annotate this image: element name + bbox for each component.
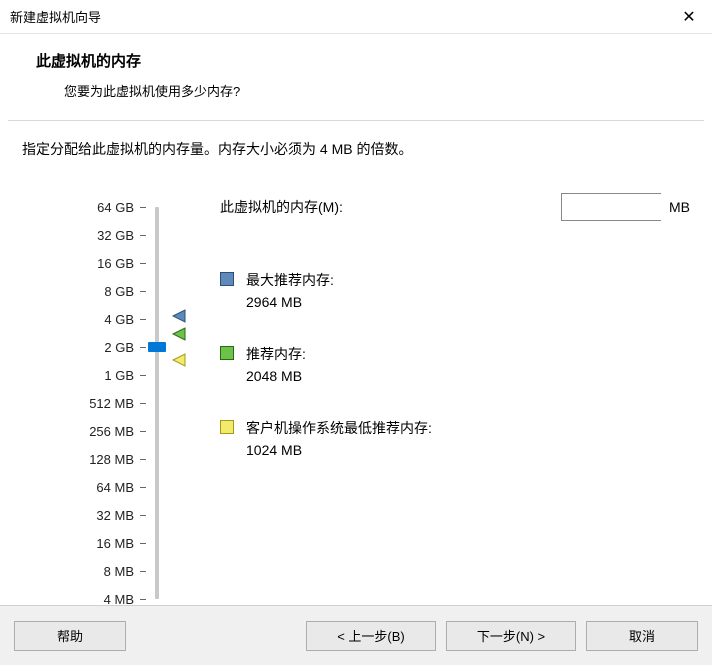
help-button[interactable]: 帮助 — [14, 621, 126, 651]
window-title: 新建虚拟机向导 — [10, 7, 101, 26]
min-recommended-label: 客户机操作系统最低推荐内存 — [246, 417, 432, 439]
tick-label: 1 GB — [74, 368, 134, 383]
max-recommended-block: 最大推荐内存 2964 MB — [220, 269, 690, 313]
tick-label: 16 MB — [74, 536, 134, 551]
max-marker-icon — [172, 309, 186, 323]
tick-mark — [140, 515, 146, 516]
slider-track — [155, 207, 159, 599]
recommended-block: 推荐内存 2048 MB — [220, 343, 690, 387]
tick-mark — [140, 487, 146, 488]
tick-label: 512 MB — [74, 396, 134, 411]
tick-mark — [140, 207, 146, 208]
tick-mark — [140, 431, 146, 432]
titlebar: 新建虚拟机向导 ✕ — [0, 0, 712, 34]
close-icon: ✕ — [682, 7, 695, 27]
square-green-icon — [220, 346, 234, 360]
tick-label: 8 MB — [74, 564, 134, 579]
tick-label: 64 GB — [74, 200, 134, 215]
tick-mark — [140, 347, 146, 348]
tick-mark — [140, 291, 146, 292]
min-recommended-value: 1024 MB — [246, 439, 432, 461]
page-subtitle: 您要为此虚拟机使用多少内存? — [36, 81, 676, 100]
min-recommended-block: 客户机操作系统最低推荐内存 1024 MB — [220, 417, 690, 461]
tick-mark — [140, 263, 146, 264]
wizard-footer: 帮助 < 上一步(B) 下一步(N) > 取消 — [0, 605, 712, 665]
memory-spinner[interactable]: ▲ ▼ — [561, 193, 661, 221]
instruction-text: 指定分配给此虚拟机的内存量。内存大小必须为 4 MB 的倍数。 — [22, 139, 690, 159]
wizard-header: 此虚拟机的内存 您要为此虚拟机使用多少内存? — [0, 34, 712, 120]
slider-thumb[interactable] — [148, 342, 166, 352]
square-blue-icon — [220, 272, 234, 286]
tick-label: 4 GB — [74, 312, 134, 327]
max-recommended-label: 最大推荐内存 — [246, 269, 334, 291]
recommended-marker-icon — [172, 327, 186, 341]
tick-mark — [140, 571, 146, 572]
square-yellow-icon — [220, 420, 234, 434]
tick-label: 2 GB — [74, 340, 134, 355]
content-area: 指定分配给此虚拟机的内存量。内存大小必须为 4 MB 的倍数。 64 GB 32… — [0, 121, 712, 631]
min-marker-icon — [172, 353, 186, 367]
tick-mark — [140, 403, 146, 404]
tick-mark — [140, 599, 146, 600]
recommended-value: 2048 MB — [246, 365, 306, 387]
tick-label: 128 MB — [74, 452, 134, 467]
tick-mark — [140, 235, 146, 236]
tick-mark — [140, 543, 146, 544]
memory-slider[interactable]: 64 GB 32 GB 16 GB 8 GB 4 GB 2 GB 1 GB 51… — [22, 193, 172, 613]
max-recommended-value: 2964 MB — [246, 291, 334, 313]
tick-label: 32 GB — [74, 228, 134, 243]
recommended-label: 推荐内存 — [246, 343, 306, 365]
memory-field-label: 此虚拟机的内存(M): — [220, 197, 343, 217]
page-title: 此虚拟机的内存 — [36, 50, 676, 71]
tick-mark — [140, 319, 146, 320]
cancel-button[interactable]: 取消 — [586, 621, 698, 651]
tick-label: 64 MB — [74, 480, 134, 495]
back-button[interactable]: < 上一步(B) — [306, 621, 436, 651]
next-button[interactable]: 下一步(N) > — [446, 621, 576, 651]
tick-mark — [140, 459, 146, 460]
memory-unit: MB — [669, 199, 690, 215]
close-button[interactable]: ✕ — [666, 0, 712, 34]
tick-label: 32 MB — [74, 508, 134, 523]
tick-label: 256 MB — [74, 424, 134, 439]
tick-label: 8 GB — [74, 284, 134, 299]
tick-label: 16 GB — [74, 256, 134, 271]
tick-mark — [140, 375, 146, 376]
